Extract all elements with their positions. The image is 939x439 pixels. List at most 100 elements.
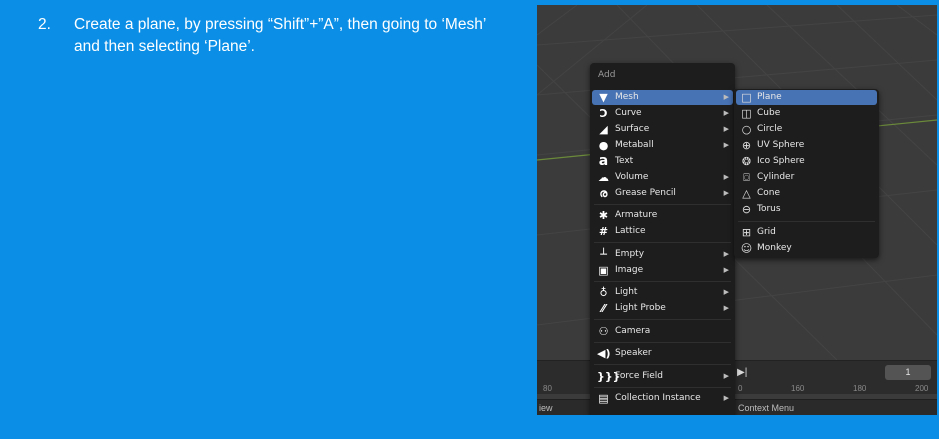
submenu-item-label: Plane xyxy=(757,92,782,102)
submenu-item-circle[interactable]: ○ Circle xyxy=(736,122,877,137)
submenu-item-ico-sphere[interactable]: ❂ Ico Sphere xyxy=(736,154,877,169)
submenu-item-cube[interactable]: ◫ Cube xyxy=(736,106,877,121)
step-text: Create a plane, by pressing “Shift”+”A”,… xyxy=(74,16,486,55)
submenu-item-label: Cylinder xyxy=(757,172,795,182)
menu-item-lattice[interactable]: # Lattice xyxy=(592,224,733,239)
submenu-item-grid[interactable]: ⊞ Grid xyxy=(736,225,877,240)
submenu-arrow-icon: ▶ xyxy=(723,93,729,101)
cube-icon: ◫ xyxy=(741,107,752,120)
submenu-arrow-icon: ▶ xyxy=(723,288,729,296)
image-icon: ▣ xyxy=(598,264,609,277)
menu-item-label: Empty xyxy=(615,249,645,259)
surface-icon: ◢ xyxy=(599,123,608,136)
menu-item-label: Lattice xyxy=(615,226,646,236)
curve-icon: Ↄ xyxy=(599,107,608,120)
menu-item-label: Force Field xyxy=(615,371,663,381)
submenu-item-label: UV Sphere xyxy=(757,140,805,150)
camera-icon: ⚇ xyxy=(598,325,609,338)
collection-icon: ▤ xyxy=(598,392,609,405)
menu-item-image[interactable]: ▣ Image ▶ xyxy=(592,263,733,278)
menu-item-label: Grease Pencil xyxy=(615,188,676,198)
menu-item-surface[interactable]: ◢ Surface ▶ xyxy=(592,122,733,137)
submenu-item-monkey[interactable]: ☺ Monkey xyxy=(736,241,877,256)
menu-item-collection-instance[interactable]: ▤ Collection Instance ▶ xyxy=(592,391,733,406)
torus-icon: ⊖ xyxy=(741,203,752,216)
menu-item-label: Metaball xyxy=(615,140,654,150)
menu-separator xyxy=(594,242,731,243)
menu-item-force-field[interactable]: }}} Force Field ▶ xyxy=(592,369,733,384)
menu-item-light[interactable]: ♁ Light ▶ xyxy=(592,285,733,300)
grease-pencil-icon: ര xyxy=(599,187,608,200)
light-probe-icon: ⁄⁄ xyxy=(601,302,606,315)
light-icon: ♁ xyxy=(599,286,608,299)
submenu-arrow-icon: ▶ xyxy=(723,173,729,181)
menu-item-label: Curve xyxy=(615,108,642,118)
cylinder-icon: ⌼ xyxy=(743,171,750,184)
submenu-item-cone[interactable]: △ Cone xyxy=(736,186,877,201)
submenu-arrow-icon: ▶ xyxy=(723,189,729,197)
menu-separator xyxy=(594,387,731,388)
jump-end-icon[interactable]: ▶| xyxy=(737,367,747,378)
uv-sphere-icon: ⊕ xyxy=(741,139,752,152)
submenu-item-label: Monkey xyxy=(757,243,792,253)
menu-item-label: Mesh xyxy=(615,92,639,102)
submenu-arrow-icon: ▶ xyxy=(723,304,729,312)
menu-item-mesh[interactable]: ▼ Mesh ▶ xyxy=(592,90,733,105)
status-context-menu: Context Menu xyxy=(738,403,795,413)
menu-item-grease-pencil[interactable]: ര Grease Pencil ▶ xyxy=(592,186,733,201)
submenu-item-uv-sphere[interactable]: ⊕ UV Sphere xyxy=(736,138,877,153)
ico-sphere-icon: ❂ xyxy=(741,155,752,168)
ruler-tick: 200 xyxy=(915,384,929,393)
submenu-arrow-icon: ▶ xyxy=(723,266,729,274)
add-menu: Add ▼ Mesh ▶ Ↄ Curve ▶ ◢ Surface ▶ ● Met… xyxy=(590,63,735,415)
menu-item-curve[interactable]: Ↄ Curve ▶ xyxy=(592,106,733,121)
submenu-item-plane[interactable]: □ Plane xyxy=(736,90,877,105)
menu-item-label: Light Probe xyxy=(615,303,666,313)
menu-item-label: Light xyxy=(615,287,638,297)
submenu-item-label: Cube xyxy=(757,108,781,118)
menu-item-metaball[interactable]: ● Metaball ▶ xyxy=(592,138,733,153)
armature-icon: ✱ xyxy=(598,209,609,222)
menu-separator xyxy=(594,281,731,282)
submenu-arrow-icon: ▶ xyxy=(723,109,729,117)
menu-item-label: Collection Instance xyxy=(615,393,701,403)
grid-icon: ⊞ xyxy=(741,226,752,239)
menu-item-empty[interactable]: ┴ Empty ▶ xyxy=(592,247,733,262)
menu-item-label: Text xyxy=(615,156,634,166)
current-frame-field[interactable]: 1 xyxy=(885,365,931,380)
menu-separator xyxy=(594,204,731,205)
submenu-item-cylinder[interactable]: ⌼ Cylinder xyxy=(736,170,877,185)
menu-item-label: Volume xyxy=(615,172,649,182)
text-icon: a xyxy=(598,153,609,169)
ruler-tick: 0 xyxy=(738,384,743,393)
submenu-arrow-icon: ▶ xyxy=(723,125,729,133)
menu-item-speaker[interactable]: ◀) Speaker xyxy=(592,346,733,361)
menu-separator xyxy=(594,342,731,343)
menu-item-label: Surface xyxy=(615,124,650,134)
monkey-icon: ☺ xyxy=(740,242,753,255)
speaker-icon: ◀) xyxy=(597,347,611,360)
ruler-tick: 180 xyxy=(853,384,867,393)
menu-item-text[interactable]: a Text xyxy=(592,154,733,169)
submenu-item-label: Torus xyxy=(757,204,781,214)
submenu-arrow-icon: ▶ xyxy=(723,394,729,402)
ruler-tick: 80 xyxy=(543,384,552,393)
submenu-item-label: Circle xyxy=(757,124,783,134)
submenu-arrow-icon: ▶ xyxy=(723,141,729,149)
force-field-icon: }}} xyxy=(597,370,621,383)
menu-item-label: Speaker xyxy=(615,348,652,358)
add-menu-title: Add xyxy=(598,70,616,80)
submenu-item-torus[interactable]: ⊖ Torus xyxy=(736,202,877,217)
submenu-arrow-icon: ▶ xyxy=(723,250,729,258)
menu-item-label: Image xyxy=(615,265,644,275)
mesh-icon: ▼ xyxy=(599,91,608,104)
menu-item-label: Armature xyxy=(615,210,658,220)
plane-icon: □ xyxy=(741,91,752,104)
menu-item-light-probe[interactable]: ⁄⁄ Light Probe ▶ xyxy=(592,301,733,316)
menu-separator xyxy=(594,319,731,320)
menu-item-armature[interactable]: ✱ Armature xyxy=(592,208,733,223)
menu-separator xyxy=(594,364,731,365)
menu-item-camera[interactable]: ⚇ Camera xyxy=(592,324,733,339)
blender-screenshot: |◀ ◀ ▶ ▶ ▶| 1 80 0 160 180 200 iew Conte… xyxy=(537,5,937,415)
menu-item-volume[interactable]: ☁ Volume ▶ xyxy=(592,170,733,185)
